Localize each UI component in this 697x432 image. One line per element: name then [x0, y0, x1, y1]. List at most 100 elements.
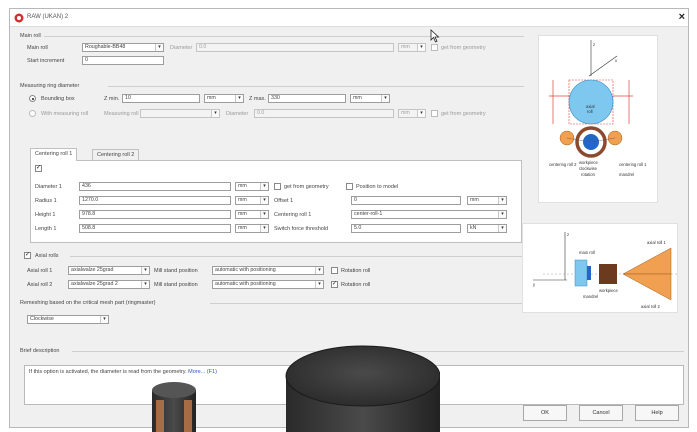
centering-diameter-field[interactable]: 436	[79, 182, 231, 191]
workpiece-side-shape	[599, 264, 617, 284]
chevron-down-icon: ▾	[235, 95, 243, 102]
chevron-down-icon: ▾	[381, 95, 389, 102]
centering-roll-2-label: centering roll 2	[549, 162, 577, 167]
position-to-model-checkbox[interactable]	[346, 183, 353, 190]
ok-button[interactable]: OK	[523, 405, 567, 421]
main-roll-label: Main roll	[27, 45, 48, 51]
title-bar: RAW (UKAN) 2 ×	[10, 9, 688, 27]
measuring-diameter-unit-select[interactable]: mm ▾	[398, 109, 426, 118]
main-roll-diameter-field[interactable]: 0.0	[196, 43, 394, 52]
centering-roll-value: center-roll-1	[354, 211, 383, 217]
main-roll-value: Roughable-BB48	[85, 44, 126, 50]
main-roll-select[interactable]: Roughable-BB48 ▾	[82, 43, 164, 52]
start-increment-field[interactable]: 0	[82, 56, 164, 65]
chevron-down-icon: ▾	[260, 183, 268, 190]
rotation-label: rotation	[581, 172, 596, 177]
centering-diameter-unit-select[interactable]: mm ▾	[235, 182, 269, 191]
chevron-down-icon: ▾	[315, 267, 323, 274]
mandrel-label: mandrel	[619, 172, 634, 177]
mill-stand-1-select[interactable]: automatic with positioning ▾	[212, 266, 324, 275]
axial-roll-1-select[interactable]: axialwalze 25grad ▾	[68, 266, 150, 275]
remeshing-value: Clockwise	[30, 316, 54, 322]
clockwise-label: clockwise	[579, 166, 598, 171]
centering-get-geometry-label: get from geometry	[284, 184, 329, 190]
length-field[interactable]: 508.8	[79, 224, 231, 233]
chevron-down-icon: ▾	[211, 110, 219, 117]
centering-enabled-checkbox[interactable]: ✓	[35, 165, 42, 172]
with-measuring-roll-label: With measuring roll	[41, 111, 89, 117]
unit-value: mm	[207, 95, 216, 101]
help-button[interactable]: Help	[635, 405, 679, 421]
mouse-cursor-icon	[430, 29, 440, 43]
axial-roll-2-side-label: axial roll 2	[641, 304, 661, 309]
switch-force-unit-select[interactable]: kN ▾	[467, 224, 507, 233]
zmax-unit-select[interactable]: mm ▾	[350, 94, 390, 103]
centering-roll-select[interactable]: center-roll-1 ▾	[351, 210, 507, 219]
measuring-get-geometry-checkbox[interactable]	[431, 110, 438, 117]
axial-roll-2-label: Axial roll 2	[27, 282, 53, 288]
length-label: Length 1	[35, 226, 57, 232]
measuring-diameter-label: Diameter	[226, 111, 249, 117]
zmin-unit-select[interactable]: mm ▾	[204, 94, 244, 103]
chevron-down-icon: ▾	[417, 44, 425, 51]
remeshing-select[interactable]: Clockwise ▾	[27, 315, 109, 324]
main-roll-get-geometry-checkbox[interactable]	[431, 44, 438, 51]
mill-stand-1-value: automatic with positioning	[215, 267, 276, 273]
axial-roll-1-value: axialwalze 25grad	[71, 267, 114, 273]
divider	[108, 86, 524, 87]
measuring-roll-select[interactable]: ▾	[140, 109, 220, 118]
axial-roll-2-select[interactable]: axialwalze 25grad 2 ▾	[68, 280, 150, 289]
rotation-roll-1-checkbox[interactable]	[331, 267, 338, 274]
chevron-down-icon: ▾	[260, 225, 268, 232]
mandrel-side-label: mandrel	[583, 294, 598, 299]
zmax-field[interactable]: 330	[268, 94, 346, 103]
close-icon[interactable]: ×	[679, 11, 685, 23]
centering-rolls-figure: z x axial roll centering roll 2 centerin…	[538, 35, 658, 203]
radius-unit-select[interactable]: mm ▾	[235, 196, 269, 205]
axial-rolls-section-title: Axial rolls	[35, 253, 59, 259]
main-roll-diameter-label: Diameter	[170, 45, 193, 51]
offset-unit-select[interactable]: mm ▾	[467, 196, 507, 205]
centering-get-geometry-checkbox[interactable]	[274, 183, 281, 190]
brief-section-title: Brief description	[20, 348, 60, 354]
height-label: Height 1	[35, 212, 56, 218]
offset-label: Offset 1	[274, 198, 294, 204]
app-icon	[14, 13, 24, 23]
chevron-down-icon: ▾	[100, 316, 108, 323]
switch-force-field[interactable]: 5.0	[351, 224, 461, 233]
chevron-down-icon: ▾	[498, 211, 506, 218]
length-unit-select[interactable]: mm ▾	[235, 224, 269, 233]
workpiece-side-label: workpiece	[599, 288, 619, 293]
start-increment-label: Start increment	[27, 58, 65, 64]
axial-roll-1-label: Axial roll 1	[27, 268, 53, 274]
mandrel-side-shape	[587, 266, 591, 280]
zmin-label: Z min.	[104, 96, 120, 102]
chevron-down-icon: ▾	[260, 211, 268, 218]
height-field[interactable]: 978.8	[79, 210, 231, 219]
chevron-down-icon: ▾	[260, 197, 268, 204]
unit-value: mm	[238, 211, 247, 217]
bounding-box-radio[interactable]	[29, 95, 36, 102]
small-cylinder-shape	[152, 382, 196, 432]
rotation-roll-2-checkbox[interactable]: ✓	[331, 281, 338, 288]
unit-value: mm	[353, 95, 362, 101]
radius-field[interactable]: 1270.0	[79, 196, 231, 205]
axial-roll-2-value: axialwalze 25grad 2	[71, 281, 118, 287]
unit-value: mm	[470, 197, 479, 203]
rotation-roll-2-label: Rotation roll	[341, 282, 371, 288]
offset-field[interactable]: 0	[351, 196, 461, 205]
chevron-down-icon: ▾	[155, 44, 163, 51]
bounding-box-label: Bounding box	[41, 96, 75, 102]
chevron-down-icon: ▾	[417, 110, 425, 117]
main-roll-diameter-unit-select[interactable]: mm ▾	[398, 43, 426, 52]
height-unit-select[interactable]: mm ▾	[235, 210, 269, 219]
with-measuring-roll-radio[interactable]	[29, 110, 36, 117]
tab-centering-roll-1[interactable]: Centering roll 1	[30, 148, 78, 161]
mill-stand-2-select[interactable]: automatic with positioning ▾	[212, 280, 324, 289]
z-axis-label: z	[593, 42, 595, 47]
cancel-button[interactable]: Cancel	[579, 405, 623, 421]
measuring-diameter-field[interactable]: 0.0	[254, 109, 394, 118]
axial-rolls-checkbox[interactable]: ✓	[24, 252, 31, 259]
foreground-3d-objects	[152, 345, 440, 432]
zmin-field[interactable]: 10	[122, 94, 200, 103]
